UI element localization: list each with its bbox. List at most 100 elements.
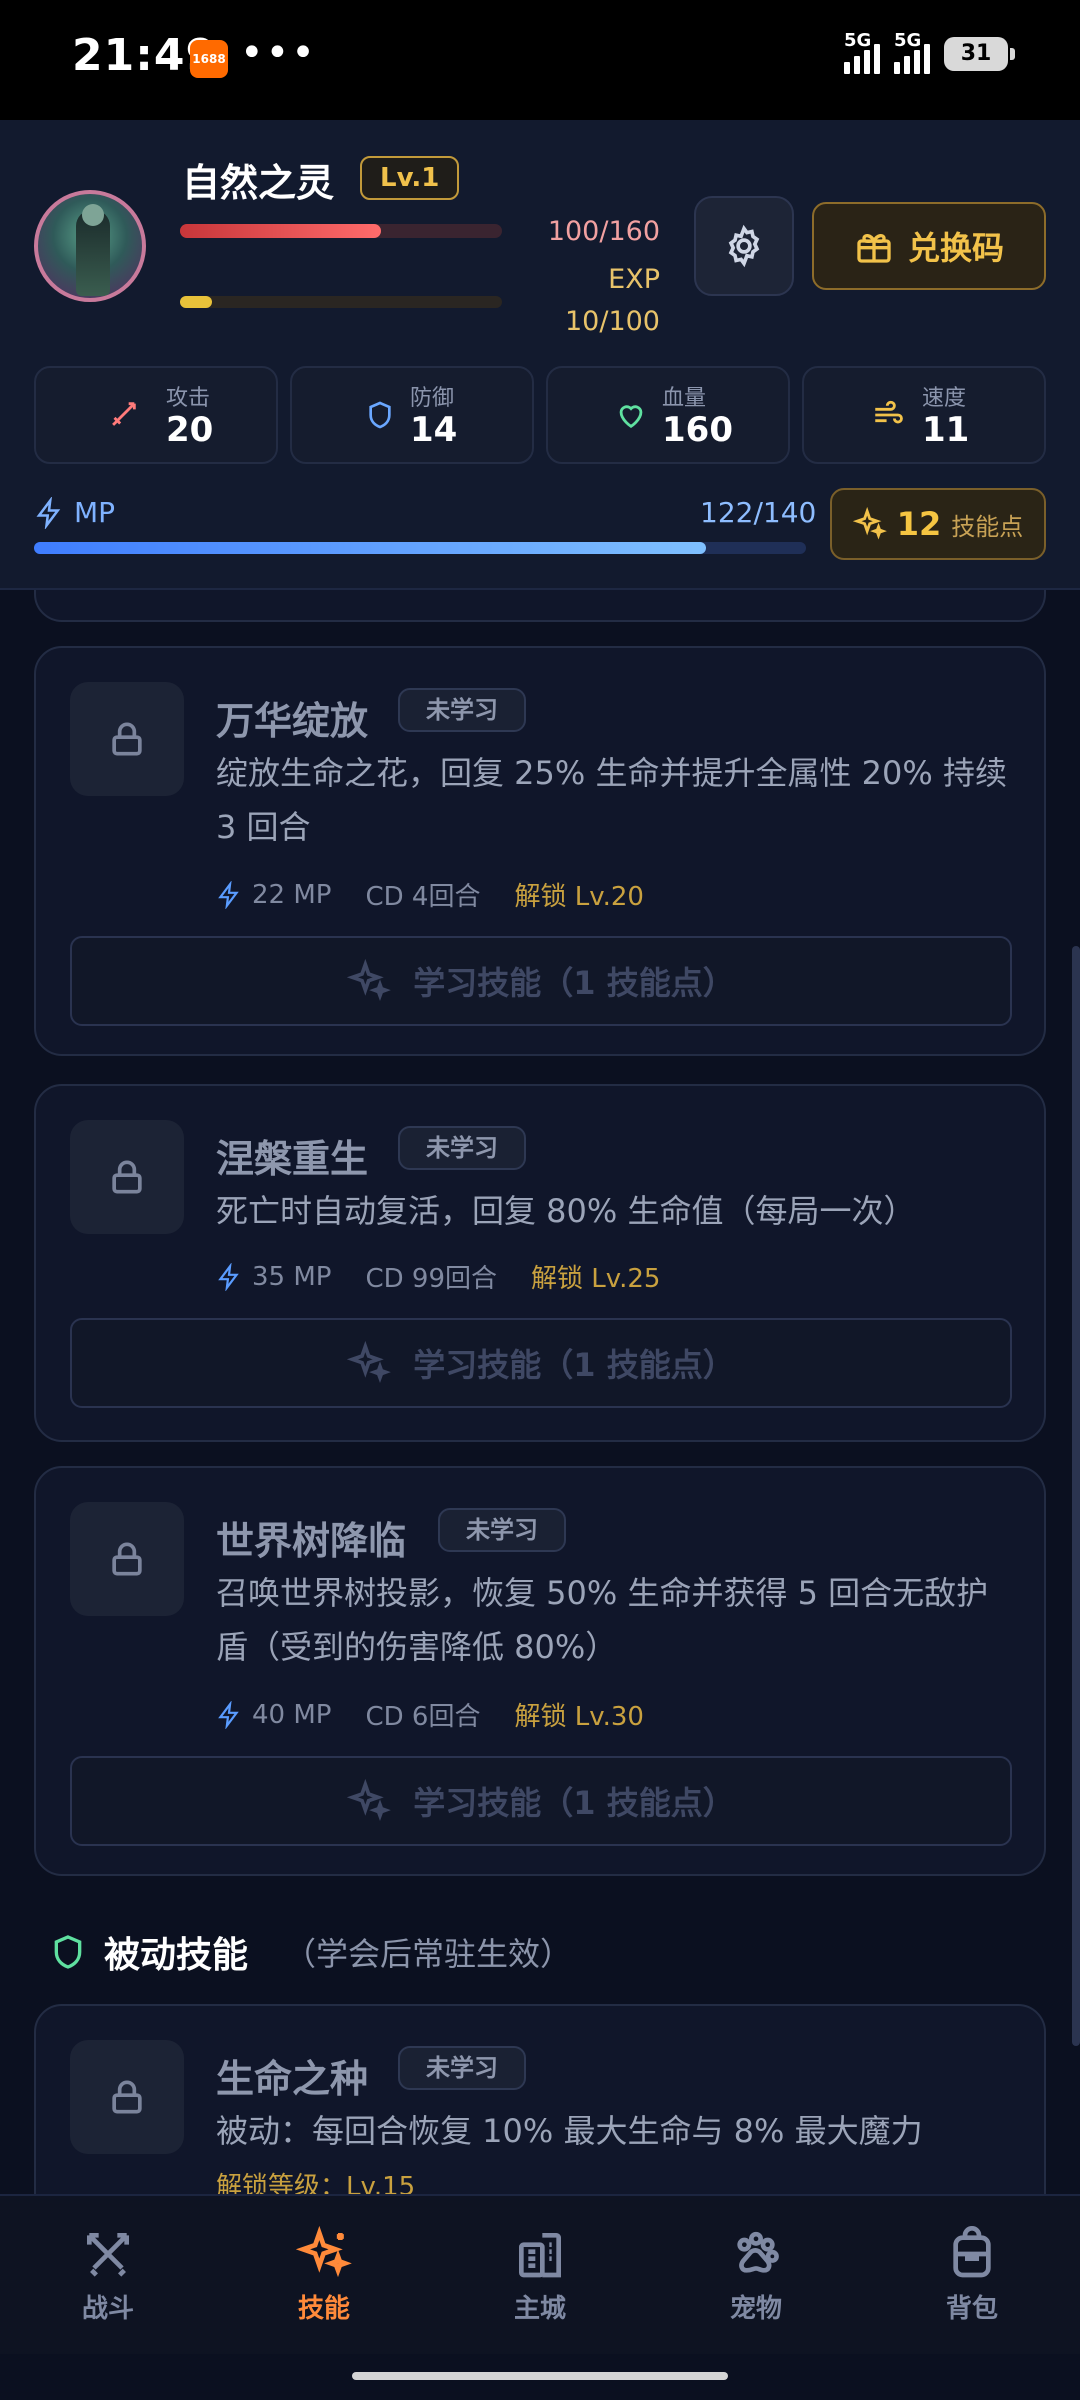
backpack-icon — [953, 2225, 991, 2277]
learn-skill-button[interactable]: 学习技能（1 技能点） — [70, 936, 1012, 1026]
wind-icon — [875, 400, 903, 424]
skill-points-count: 12 — [896, 505, 942, 543]
status-badge: 未学习 — [398, 2046, 526, 2090]
nav-backpack[interactable]: 背包 — [864, 2196, 1080, 2354]
skills-list[interactable]: 万华绽放 未学习 绽放生命之花，回复 25% 生命并提升全属性 20% 持续 3… — [0, 590, 1080, 2194]
passive-skills-header: 被动技能 （学会后常驻生效） — [48, 1926, 572, 1978]
exp-label: EXP — [608, 264, 660, 295]
lock-icon — [112, 722, 142, 756]
stat-hp: 血量 160 — [546, 366, 790, 464]
nav-label: 战斗 — [81, 2293, 134, 2324]
lock-icon — [112, 1542, 142, 1576]
lightning-icon — [218, 880, 239, 909]
learn-skill-button[interactable]: 学习技能（1 技能点） — [70, 1318, 1012, 1408]
crossed-swords-icon — [87, 2232, 129, 2277]
stat-value: 160 — [662, 410, 733, 450]
stat-defense: 防御 14 — [290, 366, 534, 464]
stat-label: 速度 — [922, 386, 967, 411]
stats-row: 攻击 20 防御 14 血量 160 速度 11 — [34, 366, 1046, 464]
nav-city[interactable]: 主城 — [432, 2196, 648, 2354]
status-indicators: 5G 5G 31 — [844, 30, 1015, 74]
gift-icon — [857, 234, 891, 263]
stat-attack: 攻击 20 — [34, 366, 278, 464]
home-indicator[interactable] — [352, 2372, 728, 2380]
mp-label-text: MP — [74, 496, 116, 529]
skill-meta: 解锁等级：Lv.15 — [216, 2166, 415, 2194]
sparkles-icon — [347, 1779, 392, 1822]
nav-skills[interactable]: 技能 — [216, 2196, 432, 2354]
player-name: 自然之灵 — [182, 161, 335, 205]
nav-label: 技能 — [297, 2293, 350, 2324]
skill-description: 召唤世界树投影，恢复 50% 生命并获得 5 回合无敌护盾（受到的伤害降低 80… — [216, 1574, 989, 1666]
nav-pets[interactable]: 宠物 — [648, 2196, 864, 2354]
stat-value: 20 — [166, 410, 214, 450]
skill-card: 万华绽放 未学习 绽放生命之花，回复 25% 生命并提升全属性 20% 持续 3… — [34, 646, 1046, 1056]
skill-unlock-level: 解锁 Lv.25 — [531, 1264, 661, 1294]
app-notification-icon: 1688 — [190, 40, 228, 78]
sword-icon — [112, 402, 136, 426]
avatar[interactable] — [34, 190, 146, 302]
status-badge: 未学习 — [398, 1126, 526, 1170]
sparkles-icon — [347, 1341, 392, 1384]
level-badge: Lv.1 — [360, 156, 460, 200]
gear-icon — [728, 224, 760, 268]
heart-icon — [619, 405, 643, 429]
sparkles-icon — [296, 2225, 352, 2277]
learn-skill-label: 学习技能（1 技能点） — [413, 964, 735, 1002]
lightning-icon — [36, 496, 61, 529]
skill-meta: 22 MP CD 4回合 解锁 Lv.20 — [216, 876, 644, 913]
skill-name: 万华绽放 — [216, 699, 369, 743]
skill-icon-slot — [70, 682, 184, 796]
redeem-label: 兑换码 — [907, 229, 1004, 267]
signal-icon: 5G — [894, 30, 930, 74]
lightning-icon — [218, 1700, 239, 1729]
skill-cooldown: CD 6回合 — [365, 1702, 481, 1732]
skill-card: 涅槃重生 未学习 死亡时自动复活，回复 80% 生命值（每局一次） 35 MP … — [34, 1084, 1046, 1442]
shield-icon — [54, 1935, 82, 1969]
nav-label: 背包 — [945, 2293, 998, 2324]
nav-battle[interactable]: 战斗 — [0, 2196, 216, 2354]
lock-icon — [112, 1160, 142, 1194]
more-notifications-icon: ••• — [240, 30, 317, 76]
nav-label: 主城 — [513, 2293, 566, 2324]
skill-name: 涅槃重生 — [216, 1137, 369, 1181]
skill-mp-cost: 40 MP — [252, 1699, 332, 1730]
skill-meta: 35 MP CD 99回合 解锁 Lv.25 — [216, 1258, 660, 1295]
skill-card: 世界树降临 未学习 召唤世界树投影，恢复 50% 生命并获得 5 回合无敌护盾（… — [34, 1466, 1046, 1876]
sparkles-icon — [852, 507, 887, 540]
stat-speed: 速度 11 — [802, 366, 1046, 464]
battery-icon: 31 — [944, 37, 1015, 71]
skill-points-label: 技能点 — [951, 512, 1024, 541]
mp-bar — [34, 542, 806, 554]
section-title: 被动技能 — [104, 1935, 249, 1976]
lock-icon — [112, 2080, 142, 2114]
skill-unlock-level: 解锁等级：Lv.15 — [216, 2172, 416, 2194]
skill-description: 死亡时自动复活，回复 80% 生命值（每局一次） — [216, 1192, 916, 1230]
skill-meta: 40 MP CD 6回合 解锁 Lv.30 — [216, 1696, 644, 1733]
status-badge: 未学习 — [438, 1508, 566, 1552]
skill-cooldown: CD 99回合 — [365, 1264, 497, 1294]
settings-button[interactable] — [694, 196, 794, 296]
learn-skill-label: 学习技能（1 技能点） — [413, 1346, 735, 1384]
scrollbar[interactable] — [1072, 946, 1080, 2046]
paw-icon — [737, 2231, 779, 2273]
skill-unlock-level: 解锁 Lv.20 — [514, 882, 644, 912]
skill-name: 世界树降临 — [216, 1519, 407, 1563]
skill-description: 绽放生命之花，回复 25% 生命并提升全属性 20% 持续 3 回合 — [216, 754, 1007, 846]
stat-label: 防御 — [410, 386, 455, 411]
shield-icon — [369, 401, 391, 429]
mp-label: MP — [34, 496, 115, 529]
skill-description: 被动：每回合恢复 10% 最大生命与 8% 最大魔力 — [216, 2112, 923, 2150]
hp-value: 100/160 — [547, 216, 660, 247]
section-subtitle: （学会后常驻生效） — [284, 1935, 573, 1973]
exp-value: 10/100 — [565, 306, 660, 337]
learn-skill-button[interactable]: 学习技能（1 技能点） — [70, 1756, 1012, 1846]
skill-icon-slot — [70, 2040, 184, 2154]
redeem-code-button[interactable]: 兑换码 — [812, 202, 1046, 290]
skill-icon-slot — [70, 1120, 184, 1234]
skill-points-badge: 12 技能点 — [830, 488, 1046, 560]
stat-value: 11 — [922, 410, 970, 450]
player-header: 自然之灵 Lv.1 100/160 EXP 10/100 兑换码 攻击 20 防… — [0, 120, 1080, 590]
hp-bar — [180, 224, 502, 238]
nav-label: 宠物 — [729, 2293, 782, 2324]
